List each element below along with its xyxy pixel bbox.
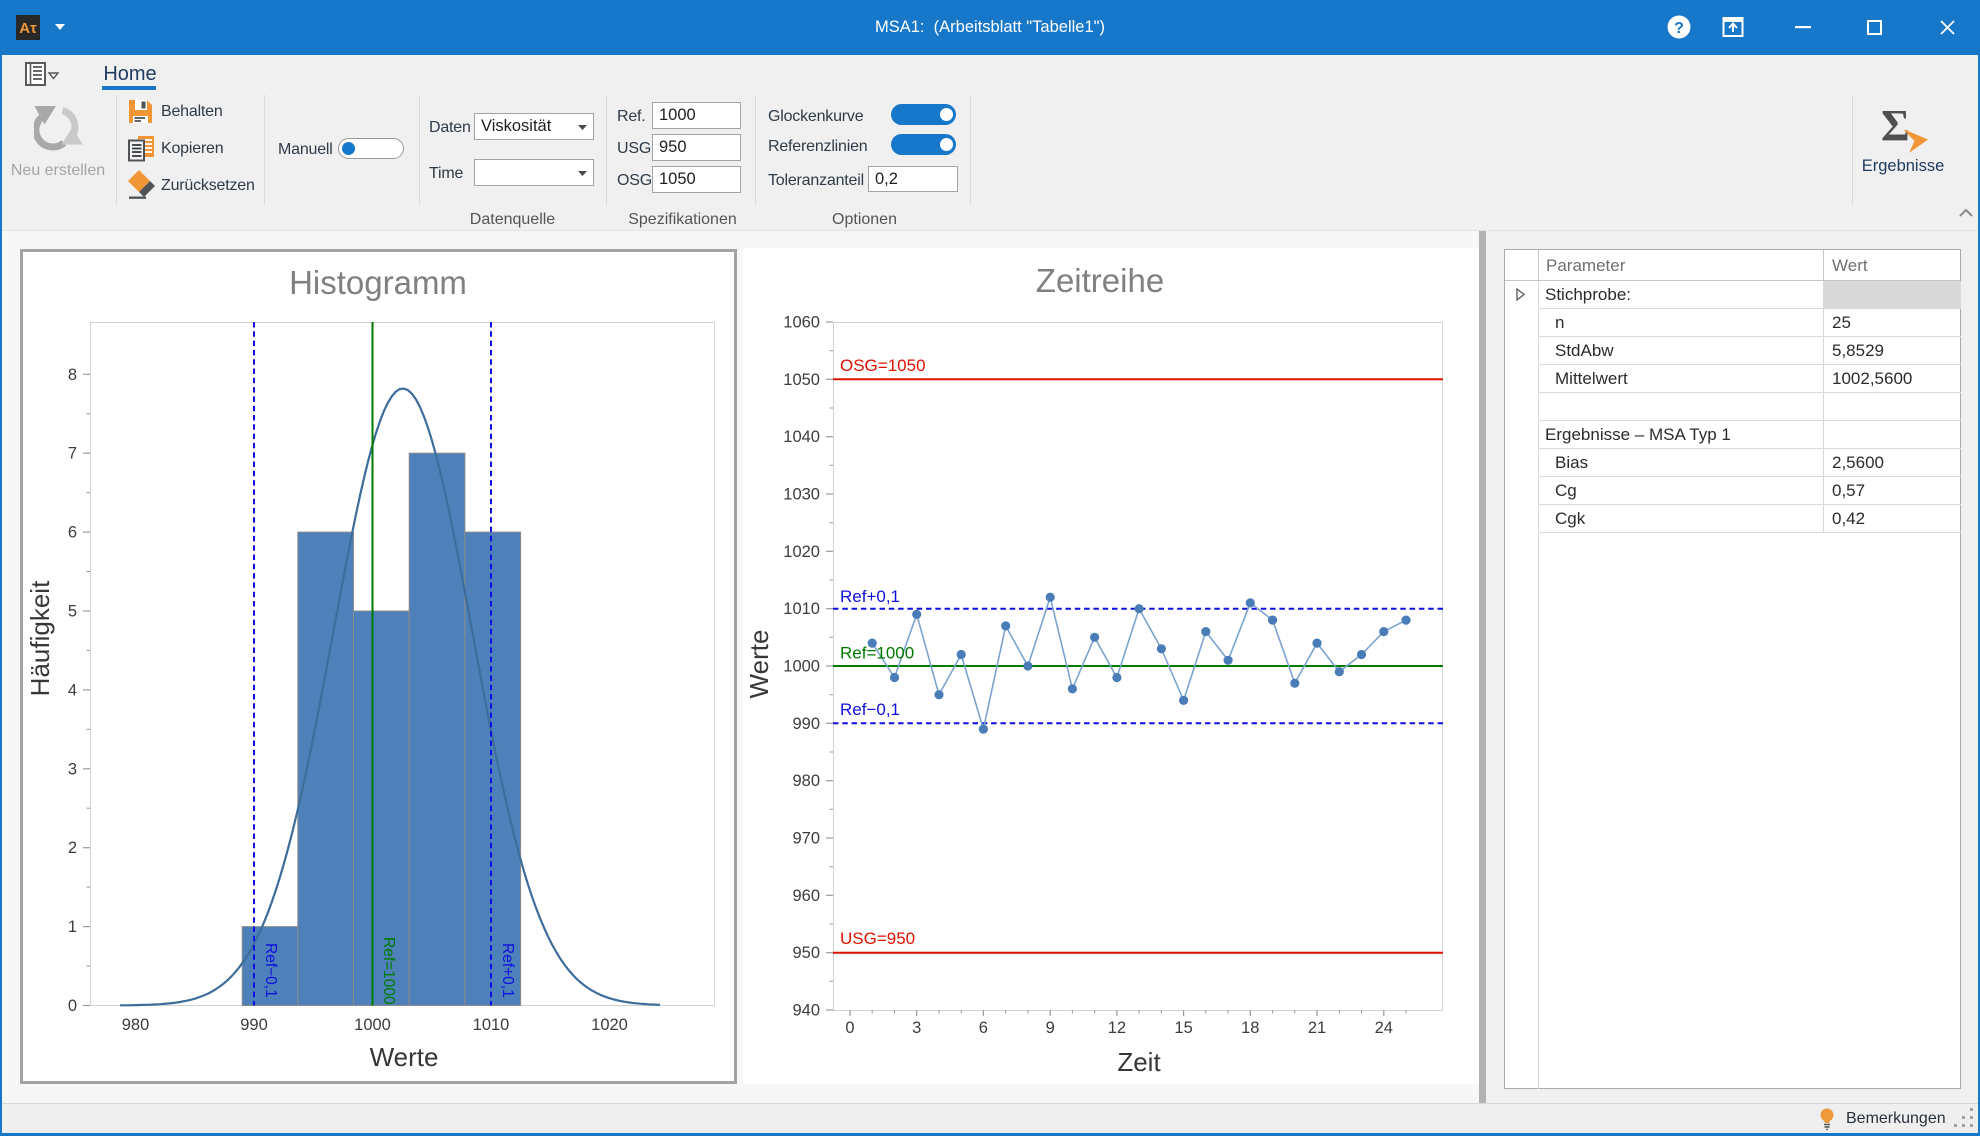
svg-text:Zeitreihe: Zeitreihe [1036, 262, 1164, 299]
svg-text:980: 980 [122, 1016, 150, 1034]
svg-text:1: 1 [68, 918, 77, 936]
svg-text:2: 2 [68, 839, 77, 857]
svg-text:1010: 1010 [473, 1016, 510, 1034]
svg-text:Σ: Σ [1881, 101, 1910, 150]
svg-text:0: 0 [845, 1019, 854, 1037]
svg-text:1030: 1030 [783, 486, 820, 504]
svg-text:1040: 1040 [783, 428, 820, 446]
svg-text:Ref+0,1: Ref+0,1 [499, 943, 516, 998]
svg-text:?: ? [1674, 20, 1684, 37]
svg-text:Ref+0,1: Ref+0,1 [840, 587, 900, 606]
svg-text:990: 990 [792, 715, 820, 733]
svg-text:15: 15 [1174, 1019, 1192, 1037]
svg-text:7: 7 [68, 445, 77, 463]
svg-text:940: 940 [792, 1002, 820, 1020]
svg-text:1020: 1020 [783, 543, 820, 561]
svg-text:1060: 1060 [783, 314, 820, 332]
svg-text:5: 5 [68, 603, 77, 621]
svg-text:Häufigkeit: Häufigkeit [25, 580, 55, 696]
svg-text:Werte: Werte [370, 1042, 439, 1072]
svg-text:24: 24 [1375, 1019, 1393, 1037]
svg-text:6: 6 [68, 524, 77, 542]
svg-text:Ref=1000: Ref=1000 [840, 644, 914, 663]
svg-text:980: 980 [792, 772, 820, 790]
svg-text:960: 960 [792, 887, 820, 905]
svg-text:USG=950: USG=950 [840, 929, 915, 948]
svg-text:Zeit: Zeit [1117, 1047, 1161, 1077]
svg-text:Ref−0,1: Ref−0,1 [262, 943, 279, 998]
svg-text:Histogramm: Histogramm [289, 264, 467, 301]
svg-text:1050: 1050 [783, 371, 820, 389]
svg-text:9: 9 [1046, 1019, 1055, 1037]
svg-text:Ref=1000: Ref=1000 [380, 937, 397, 1005]
svg-text:1000: 1000 [354, 1016, 391, 1034]
svg-text:18: 18 [1241, 1019, 1259, 1037]
svg-text:1010: 1010 [783, 600, 820, 618]
svg-text:1000: 1000 [783, 658, 820, 676]
svg-text:950: 950 [792, 944, 820, 962]
svg-text:1020: 1020 [591, 1016, 628, 1034]
svg-text:21: 21 [1308, 1019, 1326, 1037]
svg-text:Werte: Werte [744, 630, 774, 699]
svg-text:OSG=1050: OSG=1050 [840, 356, 926, 375]
svg-text:3: 3 [68, 760, 77, 778]
svg-text:8: 8 [68, 366, 77, 384]
svg-text:Ref−0,1: Ref−0,1 [840, 700, 900, 719]
svg-text:970: 970 [792, 830, 820, 848]
svg-text:12: 12 [1108, 1019, 1126, 1037]
svg-text:0: 0 [68, 997, 77, 1015]
svg-text:3: 3 [912, 1019, 921, 1037]
svg-text:6: 6 [979, 1019, 988, 1037]
svg-text:990: 990 [240, 1016, 268, 1034]
svg-text:4: 4 [68, 681, 77, 699]
